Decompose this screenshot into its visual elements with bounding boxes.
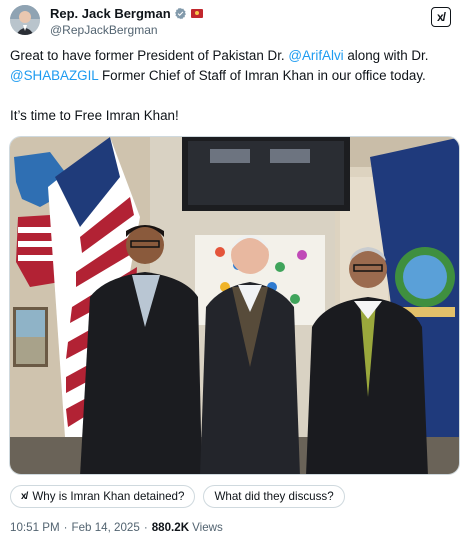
tweet-photo[interactable] — [9, 136, 460, 475]
tweet-date[interactable]: Feb 14, 2025 — [72, 521, 140, 534]
avatar[interactable] — [10, 5, 40, 35]
suggestion-chips: x/ Why is Imran Khan detained? What did … — [10, 485, 345, 508]
suggestion-label: What did they discuss? — [214, 490, 334, 503]
views-count: 880.2K — [151, 521, 190, 534]
tweet-paragraph-2: It’s time to Free Imran Khan! — [10, 108, 179, 123]
tweet-meta: 10:51 PM · Feb 14, 2025 · 880.2K Views — [10, 521, 223, 534]
suggestion-chip-detained[interactable]: x/ Why is Imran Khan detained? — [10, 485, 196, 508]
tweet-text-segment: along with Dr. — [343, 48, 429, 63]
tweet-text-segment: Former Chief of Staff of Imran Khan in o… — [98, 68, 426, 83]
mention-arifalvi[interactable]: @ArifAlvi — [288, 48, 343, 63]
grok-icon[interactable]: x/ — [431, 7, 451, 27]
photo-illustration — [10, 137, 459, 474]
grok-icon: x/ — [21, 491, 28, 502]
mention-shabazgil[interactable]: @SHABAZGIL — [10, 68, 98, 83]
tweet-text: Great to have former President of Pakist… — [10, 46, 459, 126]
tweet-text-segment: Great to have former President of Pakist… — [10, 48, 289, 63]
tweet-paragraph-1: Great to have former President of Pakist… — [10, 46, 459, 86]
suggestion-label: Why is Imran Khan detained? — [32, 490, 185, 503]
verified-badge-icon — [174, 7, 186, 20]
tweet-header: Rep. Jack Bergman @RepJackBergman x/ — [10, 5, 459, 39]
suggestion-chip-discuss[interactable]: What did they discuss? — [203, 485, 345, 508]
meta-separator: · — [63, 521, 68, 534]
views-label: Views — [192, 521, 223, 534]
tweet-time[interactable]: 10:51 PM — [10, 521, 60, 534]
meta-separator: · — [143, 521, 148, 534]
handle[interactable]: @RepJackBergman — [50, 22, 203, 38]
affiliation-flag-icon — [190, 9, 203, 18]
display-name[interactable]: Rep. Jack Bergman — [50, 5, 171, 22]
